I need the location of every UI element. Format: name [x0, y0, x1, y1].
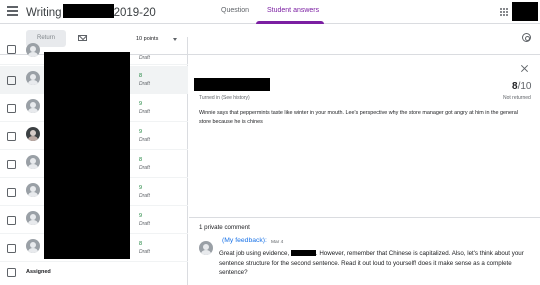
status-label: Draft	[139, 109, 150, 115]
assigned-section[interactable]: Assigned	[0, 263, 188, 283]
comment-text: Great job using evidence, . However, rem…	[219, 249, 531, 278]
row-checkbox[interactable]	[7, 268, 16, 277]
comment-text-start: Great job using evidence,	[219, 250, 291, 257]
row-checkbox[interactable]	[7, 45, 16, 54]
return-status: Not returned	[503, 95, 531, 101]
menu-icon[interactable]	[7, 6, 18, 16]
avatar-icon	[199, 241, 213, 255]
apps-icon[interactable]	[500, 8, 508, 16]
tab-question[interactable]: Question	[221, 7, 249, 14]
status-label: Draft	[139, 249, 150, 255]
score[interactable]: 8/10	[512, 81, 531, 92]
status-label: Draft	[139, 55, 150, 61]
status-label: Draft	[139, 221, 150, 227]
student-list: Draft 8 Draft 9 Draft 9 Draft 8 Draft 9 …	[0, 37, 188, 285]
row-checkbox[interactable]	[7, 244, 16, 253]
title-prefix: Writing	[26, 7, 62, 19]
student-answer: Winnie says that peppermints taste like …	[199, 110, 518, 125]
grade-value: 9	[139, 101, 143, 107]
account-avatar[interactable]	[512, 2, 538, 21]
status-label: Draft	[139, 193, 150, 199]
tab-student-answers[interactable]: Student answers	[267, 7, 319, 14]
grade-value: 8	[139, 157, 143, 163]
avatar-icon	[26, 183, 40, 197]
status-label: Draft	[139, 81, 150, 87]
row-checkbox[interactable]	[7, 104, 16, 113]
title-suffix: 2019-20	[113, 7, 156, 19]
row-checkbox[interactable]	[7, 188, 16, 197]
row-checkbox[interactable]	[7, 160, 16, 169]
score-total: /10	[517, 81, 532, 92]
avatar-icon	[26, 127, 40, 141]
row-checkbox[interactable]	[7, 76, 16, 85]
answer-panel: 8/10 Turned in (See history) Not returne…	[189, 56, 540, 285]
assigned-label: Assigned	[26, 269, 51, 275]
grade-value: 9	[139, 185, 143, 191]
grade-value: 8	[139, 73, 143, 79]
grade-value: 8	[139, 241, 143, 247]
avatar-icon	[26, 71, 40, 85]
avatar-icon	[26, 211, 40, 225]
status-label: Draft	[139, 165, 150, 171]
avatar-icon	[26, 99, 40, 113]
redacted-block	[62, 4, 114, 18]
redacted-block	[290, 249, 316, 256]
avatar-icon	[26, 43, 40, 57]
row-checkbox[interactable]	[7, 132, 16, 141]
grade-value: 9	[139, 213, 143, 219]
grade-value: 9	[139, 129, 143, 135]
student-name-redacted	[194, 78, 270, 91]
turned-in-link[interactable]: Turned in (See history)	[199, 95, 250, 101]
comment-author[interactable]: (My feedback):	[222, 237, 267, 244]
divider	[189, 217, 540, 218]
close-icon[interactable]	[521, 65, 528, 72]
top-bar: Writing 2019-20 Question Student answers	[0, 0, 540, 24]
status-label: Draft	[139, 137, 150, 143]
redacted-names	[44, 52, 130, 259]
page-title: Writing 2019-20	[26, 4, 156, 19]
comment-count: 1 private comment	[199, 224, 250, 231]
avatar-icon	[26, 239, 40, 253]
avatar-icon	[26, 155, 40, 169]
settings-icon[interactable]	[522, 33, 531, 42]
row-checkbox[interactable]	[7, 216, 16, 225]
comment-date: Mar 4	[271, 240, 284, 245]
